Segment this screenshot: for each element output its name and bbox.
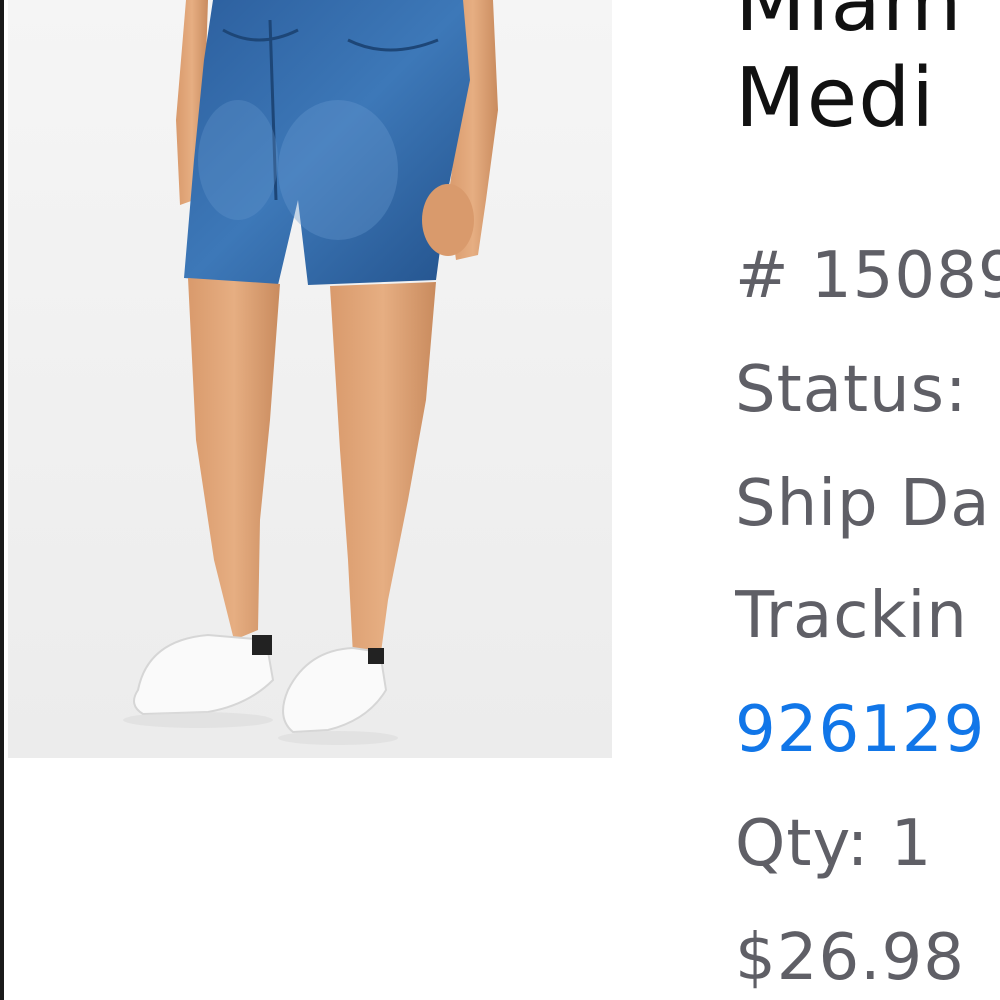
ship-date-label: Ship Da xyxy=(735,467,991,541)
quantity: Qty: 1 xyxy=(735,807,933,881)
tracking-label: Trackin xyxy=(735,579,968,653)
order-details-panel: Miam Medi # 15089 Status: Ship Da Tracki… xyxy=(735,0,1000,1000)
tracking-number-link[interactable]: 926129 xyxy=(735,698,985,762)
order-number: # 15089 xyxy=(735,239,1000,313)
order-item-detail: Miam Medi # 15089 Status: Ship Da Tracki… xyxy=(0,0,1000,1000)
status-label: Status: xyxy=(735,353,968,427)
product-title-line-2[interactable]: Medi xyxy=(735,58,935,140)
price: $26.98 xyxy=(735,921,965,995)
product-photo-illustration xyxy=(8,0,612,758)
left-border xyxy=(0,0,4,1000)
product-image[interactable] xyxy=(8,0,612,758)
product-title-line-1[interactable]: Miam xyxy=(735,0,963,44)
